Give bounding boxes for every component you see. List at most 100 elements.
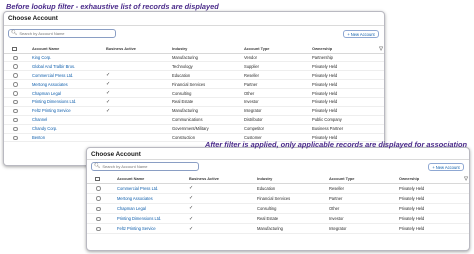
account-name-link[interactable]: Commercial Press Ltd. bbox=[30, 70, 104, 81]
ownership-cell: Partnership bbox=[310, 53, 366, 63]
table-row[interactable]: Chapman Legal ✓ Consulting Other Privately H… bbox=[4, 88, 384, 98]
column-header-business-active[interactable]: Business Active bbox=[104, 45, 170, 54]
row-select-cell[interactable] bbox=[4, 88, 30, 98]
column-header-business-active[interactable]: Business Active bbox=[187, 175, 255, 184]
table-row[interactable]: Printing Dimensions Ltd. ✓ Real Estate Inve… bbox=[87, 213, 469, 225]
column-header-industry[interactable]: Industry bbox=[170, 45, 242, 54]
table-row[interactable]: Chapman Legal ✓ Consulting Other Privately H… bbox=[87, 203, 469, 215]
account-name-link[interactable]: King Corp. bbox=[30, 53, 104, 63]
table-row[interactable]: Chandy Corp. Government/Military Competito… bbox=[4, 124, 384, 134]
account-name-link[interactable]: Chapman Legal bbox=[30, 88, 104, 98]
check-icon: ✓ bbox=[189, 186, 194, 192]
check-icon: ✓ bbox=[106, 82, 111, 88]
account-name-link[interactable]: Chandy Corp. bbox=[30, 124, 104, 134]
table-row[interactable]: Global And Tralbir Bros. Technology Suppli… bbox=[4, 61, 384, 72]
account-name-link[interactable]: Feltz Printing Service bbox=[115, 223, 187, 235]
account-name-link[interactable]: Channel bbox=[30, 115, 104, 125]
filter-icon[interactable]: ▽ bbox=[366, 45, 384, 54]
row-radio-button[interactable] bbox=[96, 226, 101, 232]
account-name-link[interactable]: Mertong Associates bbox=[30, 79, 104, 90]
column-header-account-name[interactable]: Account Name bbox=[30, 45, 104, 54]
column-header-ownership[interactable]: Ownership bbox=[310, 45, 366, 54]
account-name-link[interactable]: Benton bbox=[30, 133, 104, 143]
check-icon: ✓ bbox=[189, 226, 194, 232]
row-select-header[interactable] bbox=[4, 45, 30, 54]
search-input[interactable] bbox=[102, 163, 198, 170]
type-cell: Distributor bbox=[242, 115, 310, 125]
row-select-cell[interactable] bbox=[87, 203, 115, 215]
row-select-cell[interactable] bbox=[87, 223, 115, 235]
row-spacer-cell bbox=[366, 115, 384, 125]
column-header-ownership[interactable]: Ownership bbox=[397, 175, 451, 184]
accounts-table: Account Name Business Active Industry Ac… bbox=[4, 45, 384, 143]
search-box[interactable]: 🔍︎ bbox=[91, 162, 199, 171]
row-radio-button[interactable] bbox=[13, 91, 18, 96]
row-radio-button[interactable] bbox=[13, 108, 18, 114]
row-radio-button[interactable] bbox=[13, 64, 18, 69]
table-row[interactable]: Printing Dimensions Ltd. ✓ Real Estate Inve… bbox=[4, 97, 384, 107]
row-select-cell[interactable] bbox=[87, 213, 115, 225]
table-row[interactable]: Mertong Associates ✓ Financial Services Par… bbox=[4, 79, 384, 90]
row-radio-button[interactable] bbox=[96, 216, 101, 222]
table-row[interactable]: King Corp. Manufacturing Vendor Partnership bbox=[4, 53, 384, 63]
account-name-link[interactable]: Feltz Printing Service bbox=[30, 106, 104, 116]
row-radio-button[interactable] bbox=[13, 117, 18, 123]
row-radio-button[interactable] bbox=[13, 99, 18, 105]
ownership-cell: Privately Held bbox=[397, 183, 451, 194]
table-row[interactable]: Channel Communications Distributor Public C… bbox=[4, 115, 384, 125]
row-select-cell[interactable] bbox=[4, 70, 30, 81]
table-header-row: Account Name Business Active Industry Ac… bbox=[87, 175, 469, 184]
table-row[interactable]: Feltz Printing Service ✓ Manufacturing Inte… bbox=[87, 223, 469, 235]
type-cell: Other bbox=[242, 88, 310, 98]
ownership-cell: Privately Held bbox=[310, 88, 366, 98]
search-input[interactable] bbox=[19, 30, 115, 37]
row-spacer-cell bbox=[366, 70, 384, 81]
row-select-cell[interactable] bbox=[87, 183, 115, 194]
row-radio-button[interactable] bbox=[13, 126, 18, 132]
row-radio-button[interactable] bbox=[13, 82, 18, 87]
row-select-header[interactable] bbox=[87, 175, 115, 184]
row-select-cell[interactable] bbox=[4, 61, 30, 72]
row-radio-button[interactable] bbox=[96, 186, 101, 191]
table-row[interactable]: Feltz Printing Service ✓ Manufacturing Inte… bbox=[4, 106, 384, 116]
ownership-cell: Privately Held bbox=[310, 97, 366, 107]
search-box[interactable]: 🔍︎ bbox=[8, 29, 116, 38]
table-row[interactable]: Mertong Associates ✓ Financial Services Par… bbox=[87, 193, 469, 204]
account-name-link[interactable]: Global And Tralbir Bros. bbox=[30, 61, 104, 72]
table-row[interactable]: Commercial Press Ltd. ✓ Education Reseller P… bbox=[87, 183, 469, 194]
row-select-cell[interactable] bbox=[4, 97, 30, 107]
account-name-link[interactable]: Mertong Associates bbox=[115, 193, 187, 204]
ownership-cell: Privately Held bbox=[310, 61, 366, 72]
add-icon: + bbox=[432, 164, 435, 170]
ownership-cell: Privately Held bbox=[397, 213, 451, 225]
column-header-account-type[interactable]: Account Type bbox=[327, 175, 397, 184]
row-select-cell[interactable] bbox=[4, 115, 30, 125]
table-settings-icon bbox=[95, 177, 100, 182]
row-radio-button[interactable] bbox=[96, 206, 101, 212]
account-name-link[interactable]: Chapman Legal bbox=[115, 203, 187, 215]
row-radio-button[interactable] bbox=[13, 135, 18, 141]
row-radio-button[interactable] bbox=[13, 55, 18, 61]
row-radio-button[interactable] bbox=[13, 73, 18, 78]
filter-icon[interactable]: ▽ bbox=[451, 175, 469, 184]
row-select-cell[interactable] bbox=[4, 133, 30, 143]
column-header-account-name[interactable]: Account Name bbox=[115, 175, 187, 184]
row-select-cell[interactable] bbox=[4, 53, 30, 63]
account-name-link[interactable]: Printing Dimensions Ltd. bbox=[115, 213, 187, 225]
row-spacer-cell bbox=[451, 193, 469, 204]
row-select-cell[interactable] bbox=[4, 79, 30, 90]
account-name-link[interactable]: Commercial Press Ltd. bbox=[115, 183, 187, 194]
row-select-cell[interactable] bbox=[4, 106, 30, 116]
industry-cell: Manufacturing bbox=[170, 106, 242, 116]
account-name-link[interactable]: Printing Dimensions Ltd. bbox=[30, 97, 104, 107]
column-header-industry[interactable]: Industry bbox=[255, 175, 327, 184]
row-select-cell[interactable] bbox=[87, 193, 115, 204]
new-account-button[interactable]: + New Account bbox=[343, 30, 379, 38]
row-radio-button[interactable] bbox=[96, 196, 101, 201]
row-spacer-cell bbox=[366, 88, 384, 98]
column-header-account-type[interactable]: Account Type bbox=[242, 45, 310, 54]
new-account-button[interactable]: + New Account bbox=[428, 163, 464, 171]
table-row[interactable]: Commercial Press Ltd. ✓ Education Reseller P… bbox=[4, 70, 384, 81]
row-select-cell[interactable] bbox=[4, 124, 30, 134]
business-active-cell: ✓ bbox=[187, 213, 255, 225]
